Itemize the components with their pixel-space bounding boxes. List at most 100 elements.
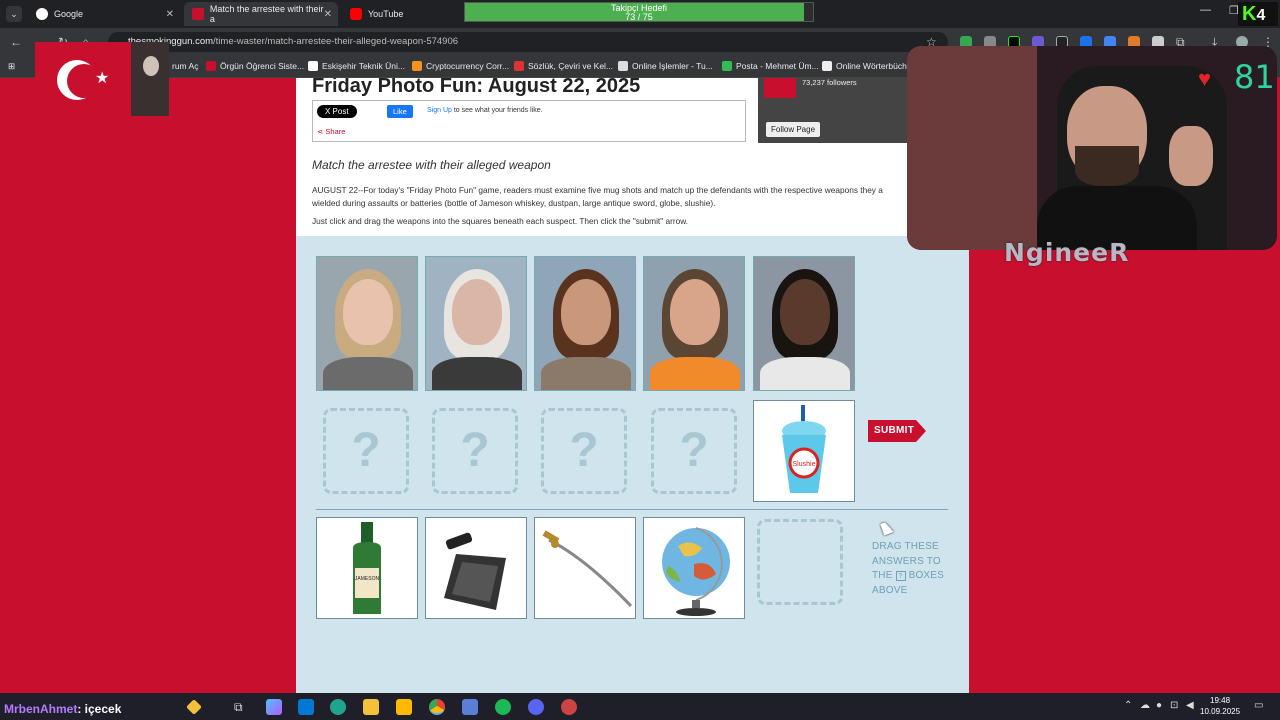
app-icon[interactable] [561,699,577,715]
tab-label: Google [54,9,84,19]
clock-date: 10.09.2025 [1200,707,1241,716]
fb-signup-link[interactable]: Sign Up [427,107,452,114]
tab-google[interactable]: Google ✕ [28,2,180,26]
follower-goal-bar: Takipçi Hedefi 73 / 75 [464,2,814,22]
mugshot-face [343,279,393,345]
cloud-icon[interactable]: ☁ [1140,700,1150,711]
smoking-gun-icon [192,8,204,20]
bookmark-item[interactable]: Online Wörterbüche [822,61,912,71]
question-box-icon: ? [895,571,906,581]
drop-zone-2[interactable]: ? [432,408,518,494]
volume-icon[interactable]: ◀ [1186,700,1194,711]
answer-dustpan[interactable] [425,517,527,619]
discord-icon[interactable] [528,699,544,715]
chrome-icon[interactable] [429,699,445,715]
bookmark-item[interactable]: Örgün Öğrenci Siste... [206,61,304,71]
mugshot-1 [316,256,418,391]
bookmark-label: Posta - Mehmet Üm... [736,61,819,71]
share-link[interactable]: ⋖ Share [317,127,345,136]
drop-zone-5-slushie[interactable]: Slushie [753,400,855,502]
mugshot-face [452,279,502,345]
bookmark-item[interactable]: Online İşlemler - Tu... [618,61,713,71]
tab-search-button[interactable]: ⌄ [6,6,22,22]
store-icon[interactable] [396,699,412,715]
fb-page-logo [764,78,796,98]
bookmark-item[interactable]: Cryptocurrency Corr... [412,61,509,71]
slushie-icon: Slushie [782,405,826,493]
back-icon[interactable]: ← [10,35,22,49]
facebook-page-widget: 73,237 followers Follow Page [758,78,908,143]
browser-tab-bar: ⌄ Google ✕ Match the arrestee with their… [0,0,1280,28]
submit-button[interactable]: SUBMIT [868,420,926,442]
answer-empty-slot [757,519,843,605]
drop-zone-4[interactable]: ? [651,408,737,494]
tray-chevron-icon[interactable]: ⌃ [1124,700,1132,711]
answer-whiskey[interactable]: JAMESON [316,517,418,619]
close-tab-icon[interactable]: ✕ [166,9,174,20]
bookmark-label: Örgün Öğrenci Siste... [220,61,305,71]
portrait-image [131,42,169,116]
windows-taskbar: MrbenAhmet: içecek ⧉ ⌃ ☁ ● ⊡ ◀ 19:48 10.… [0,693,1280,720]
google-icon [36,8,48,20]
app-icon[interactable] [462,699,478,715]
mugshot-4 [643,256,745,391]
answer-globe[interactable] [643,517,745,619]
bookmark-label: Cryptocurrency Corr... [426,61,510,71]
url-field[interactable]: thesmokinggun.com/time-waster/match-arre… [108,32,948,52]
article-intro: AUGUST 22--For today's "Friday Photo Fun… [312,185,883,208]
spotify-icon[interactable] [495,699,511,715]
file-explorer-icon[interactable] [363,699,379,715]
drop-zone-3[interactable]: ? [541,408,627,494]
mugshot-shirt [650,357,740,390]
apps-grid-icon[interactable]: ⊞ [8,61,15,72]
bookmark-item[interactable]: rum Aç [172,61,198,71]
turkish-flag-overlay: ★ [35,42,169,116]
chat-text: : içecek [77,702,122,716]
webcam-beard [1075,146,1139,186]
mugshot-shirt [323,357,413,390]
mugshot-shirt [432,357,522,390]
tab-match-arrestee[interactable]: Match the arrestee with their a ✕ [184,2,338,26]
fb-follow-button[interactable]: Follow Page [766,122,821,137]
bookmark-icon [722,61,732,71]
bookmark-item[interactable]: Posta - Mehmet Üm... [722,61,819,71]
follower-goal-count: 73 / 75 [625,12,653,22]
network-icon[interactable]: ⊡ [1170,700,1178,711]
heart-count: 81 [1234,58,1275,96]
task-view-icon[interactable]: ⧉ [234,700,243,715]
kick-badge: K4 [1238,2,1278,26]
fb-like-button[interactable]: Like [387,105,413,118]
tab-label: YouTube [368,9,404,19]
youtube-icon [350,8,362,20]
kick-count: 4 [1256,7,1266,24]
mugshot-shirt [541,357,631,390]
edge-icon[interactable] [330,699,346,715]
answer-sword[interactable] [534,517,636,619]
bookmark-icon [308,61,318,71]
bookmark-label: Eskişehir Teknik Üni... [322,61,405,71]
mugshot-shirt [760,357,850,390]
close-tab-icon[interactable]: ✕ [324,9,332,20]
mugshot-5 [753,256,855,391]
chat-username: MrbenAhmet [4,702,78,716]
minimize-icon[interactable]: — [1200,4,1211,16]
bookmark-label: Online İşlemler - Tu... [632,61,713,71]
page-title: Friday Photo Fun: August 22, 2025 [312,78,641,97]
bookmark-item[interactable]: Sözlük, Çeviri ve Kel... [514,61,613,71]
bookmark-label: rum Aç [172,61,199,71]
drop-zone-1[interactable]: ? [323,408,409,494]
bookmark-item[interactable]: Eskişehir Teknik Üni... [308,61,405,71]
mugshot-face [561,279,611,345]
x-post-button[interactable]: X Post [317,105,357,118]
copilot-icon[interactable] [266,699,282,715]
notification-icon[interactable]: ▭ [1254,700,1263,711]
heart-icon: ♥ [1198,66,1212,91]
game-page: Friday Photo Fun: August 22, 2025 X Post… [296,78,969,693]
tab-youtube[interactable]: YouTube [342,2,452,26]
fb-followers: 73,237 followers [802,78,857,87]
outlook-icon[interactable] [298,699,314,715]
mic-icon[interactable]: ● [1156,700,1162,711]
sparkle-icon[interactable] [186,699,202,715]
taskbar-clock[interactable]: 19:48 10.09.2025 [1200,695,1240,717]
share-box: X Post Like Sign Up to see what your fri… [312,100,746,142]
